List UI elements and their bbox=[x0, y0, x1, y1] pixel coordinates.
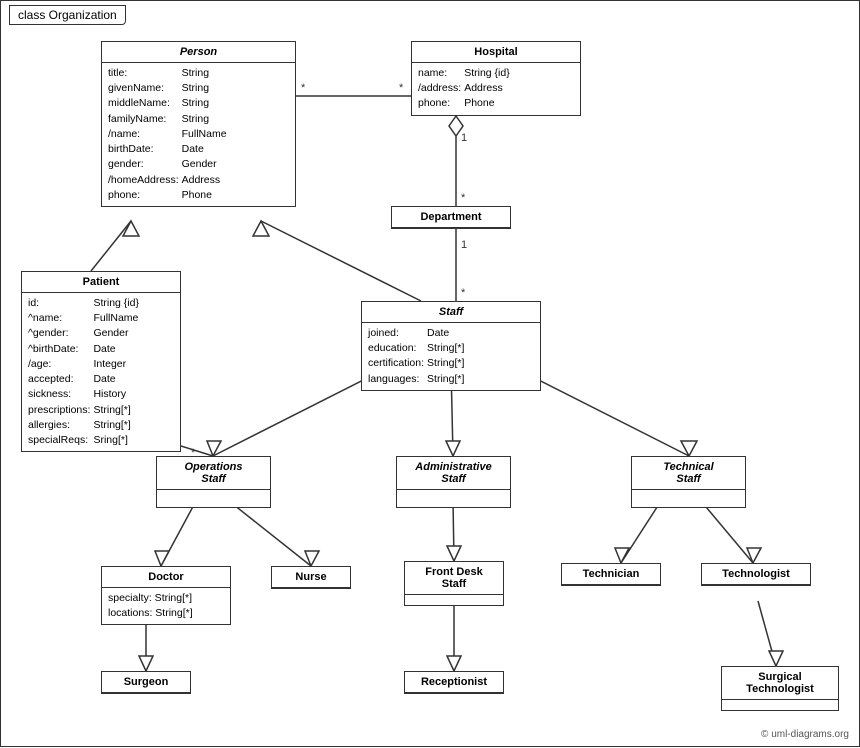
class-doctor: Doctor specialty: String[*]locations: St… bbox=[101, 566, 231, 625]
diagram-container: class Organization * * 1 * 1 * * * bbox=[0, 0, 860, 747]
class-patient-attrs: id:String {id} ^name:FullName ^gender:Ge… bbox=[22, 293, 180, 451]
class-technical-staff-name: TechnicalStaff bbox=[632, 457, 745, 490]
class-doctor-name: Doctor bbox=[102, 567, 230, 588]
svg-text:*: * bbox=[301, 82, 306, 94]
class-nurse: Nurse bbox=[271, 566, 351, 589]
class-person-name: Person bbox=[102, 42, 295, 63]
class-staff: Staff joined:Date education:String[*] ce… bbox=[361, 301, 541, 391]
class-staff-attrs: joined:Date education:String[*] certific… bbox=[362, 323, 540, 390]
class-operations-staff-name: OperationsStaff bbox=[157, 457, 270, 490]
class-hospital-name: Hospital bbox=[412, 42, 580, 63]
svg-text:1: 1 bbox=[461, 239, 467, 251]
svg-text:*: * bbox=[461, 287, 466, 299]
class-receptionist-name: Receptionist bbox=[405, 672, 503, 693]
class-surgeon: Surgeon bbox=[101, 671, 191, 694]
class-nurse-name: Nurse bbox=[272, 567, 350, 588]
diagram-title: class Organization bbox=[9, 5, 126, 25]
class-person-attrs: title:String givenName:String middleName… bbox=[102, 63, 295, 206]
class-technologist-name: Technologist bbox=[702, 564, 810, 585]
class-front-desk-staff: Front DeskStaff bbox=[404, 561, 504, 606]
class-hospital-attrs: name:String {id} /address:Address phone:… bbox=[412, 63, 580, 115]
class-technician: Technician bbox=[561, 563, 661, 586]
class-department: Department bbox=[391, 206, 511, 229]
class-administrative-staff: AdministrativeStaff bbox=[396, 456, 511, 508]
class-technician-name: Technician bbox=[562, 564, 660, 585]
class-staff-name: Staff bbox=[362, 302, 540, 323]
class-person: Person title:String givenName:String mid… bbox=[101, 41, 296, 207]
class-surgeon-name: Surgeon bbox=[102, 672, 190, 693]
class-patient-name: Patient bbox=[22, 272, 180, 293]
class-receptionist: Receptionist bbox=[404, 671, 504, 694]
class-surgical-technologist-name: SurgicalTechnologist bbox=[722, 667, 838, 700]
svg-text:*: * bbox=[399, 82, 404, 94]
class-technologist: Technologist bbox=[701, 563, 811, 586]
class-patient: Patient id:String {id} ^name:FullName ^g… bbox=[21, 271, 181, 452]
class-operations-staff: OperationsStaff bbox=[156, 456, 271, 508]
class-doctor-attrs: specialty: String[*]locations: String[*] bbox=[102, 588, 230, 624]
class-administrative-staff-name: AdministrativeStaff bbox=[397, 457, 510, 490]
copyright: © uml-diagrams.org bbox=[761, 729, 849, 740]
class-hospital: Hospital name:String {id} /address:Addre… bbox=[411, 41, 581, 116]
svg-text:1: 1 bbox=[461, 132, 467, 144]
class-technical-staff: TechnicalStaff bbox=[631, 456, 746, 508]
class-surgical-technologist: SurgicalTechnologist bbox=[721, 666, 839, 711]
class-department-name: Department bbox=[392, 207, 510, 228]
svg-text:*: * bbox=[461, 192, 466, 204]
class-front-desk-staff-name: Front DeskStaff bbox=[405, 562, 503, 595]
